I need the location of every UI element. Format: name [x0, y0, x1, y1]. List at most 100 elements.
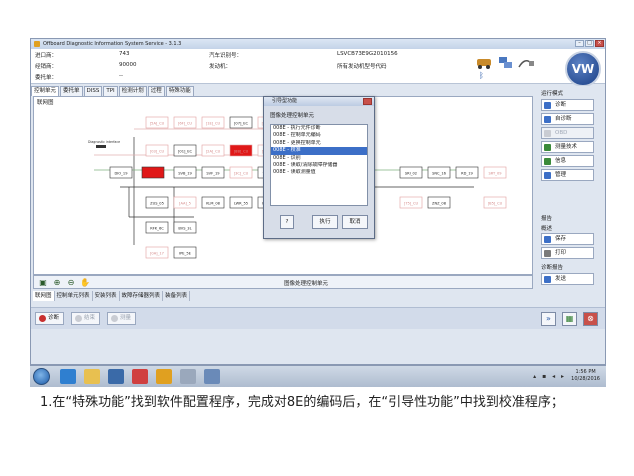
control-unit-node[interactable]: [B5]_CU [483, 196, 507, 209]
list-item[interactable]: 008E - 更换控制单元 [271, 140, 367, 147]
subtab-cu-list[interactable]: 控制单元列表 [55, 291, 93, 301]
control-unit-node[interactable]: KLM_08 [201, 196, 225, 209]
node-label: ZNZ_08 [432, 201, 447, 205]
bottom-toolbar: 诊断 结束 测量 » ▦ ⊗ [31, 307, 605, 329]
sidebar-button-send[interactable]: 发送 [541, 273, 594, 285]
tab-diss[interactable]: DISS [83, 86, 103, 96]
control-unit-node[interactable]: [AA]_5 [173, 196, 197, 209]
control-unit-node[interactable] [141, 166, 165, 179]
car-icon [477, 59, 491, 69]
control-unit-node[interactable]: [6F]_CU [173, 116, 197, 129]
list-item[interactable]: 008E - 读取测量值 [271, 169, 367, 176]
sidebar-button-print[interactable]: 打印 [541, 247, 594, 259]
hand-icon[interactable]: ✋ [80, 278, 90, 288]
app-icon[interactable] [132, 369, 148, 384]
tab-order[interactable]: 委托单 [60, 86, 83, 96]
node-label: [3C]_CU [234, 171, 249, 175]
odis-taskbar-icon[interactable] [156, 369, 172, 384]
node-label: [1E]_CU [206, 121, 221, 125]
node-label: RD_19 [461, 171, 473, 175]
control-unit-node[interactable]: [5A]_CU [145, 116, 169, 129]
close-button[interactable]: × [595, 40, 604, 47]
list-item-selected[interactable]: 008E - 校准 [271, 147, 367, 155]
fit-view-icon[interactable]: ▣ [38, 278, 48, 288]
control-unit-node[interactable]: [75]_CU [399, 196, 423, 209]
sidebar-button-measure[interactable]: 测量技术 [541, 141, 594, 153]
subtab-install-list[interactable]: 安装列表 [93, 291, 120, 301]
subtab-network[interactable]: 联网图 [33, 291, 55, 301]
maximize-button[interactable]: □ [585, 40, 594, 47]
control-unit-node[interactable]: SRI_02 [399, 166, 423, 179]
tab-process[interactable]: 过程 [147, 86, 165, 96]
send-icon [544, 276, 551, 283]
control-unit-node[interactable]: LWR_55 [229, 196, 253, 209]
mode-title: 运行模式 [541, 91, 564, 97]
minimize-button[interactable]: – [575, 40, 584, 47]
sidebar-button-obd[interactable]: OBD [541, 127, 594, 139]
control-unit-node[interactable]: SVB_19 [173, 166, 197, 179]
home-nav-button[interactable]: ▦ [562, 312, 577, 326]
instruction-caption: 1.在“特殊功能”找到软件配置程序，完成对8E的编码后，在“引导性功能”中找到校… [40, 395, 564, 410]
tab-test-plan[interactable]: 检测计划 [118, 86, 147, 96]
sidebar-button-admin[interactable]: 管理 [541, 169, 594, 181]
control-unit-node[interactable]: SRT_09 [483, 166, 507, 179]
explorer-icon[interactable] [84, 369, 100, 384]
list-item[interactable]: 008E - 读取/清除故障存储器 [271, 162, 367, 169]
node-label: LWR_55 [234, 201, 248, 205]
control-unit-node[interactable]: DIO_19 [109, 166, 133, 179]
control-unit-node[interactable]: [0A]_17 [145, 246, 169, 259]
zoom-in-icon[interactable]: ⊕ [52, 278, 62, 288]
stop-icon [75, 315, 82, 322]
control-unit-node[interactable]: SVF_19 [201, 166, 225, 179]
node-label: [8B]_CU [234, 149, 249, 153]
control-unit-node[interactable]: ZUS_05 [145, 196, 169, 209]
start-button[interactable] [33, 368, 50, 385]
vin-label: 汽车识别号： [209, 53, 243, 59]
subtab-fault-list[interactable]: 故障存储器列表 [120, 291, 164, 301]
measure-bottom-button[interactable]: 测量 [107, 312, 137, 325]
exit-button[interactable]: ⊗ [583, 312, 598, 326]
dialog-close-button[interactable] [363, 98, 372, 105]
control-unit-node[interactable]: IPE_5E [173, 246, 197, 259]
control-unit-node[interactable]: [1E]_CU [201, 116, 225, 129]
control-unit-node[interactable]: BVS_3L [173, 221, 197, 234]
zoom-out-icon[interactable]: ⊖ [66, 278, 76, 288]
sidebar-button-info[interactable]: 信息 [541, 155, 594, 167]
control-unit-node[interactable]: RD_19 [455, 166, 479, 179]
gateway-label: Diagnostic interface [88, 140, 120, 144]
list-item[interactable]: 008E - 控制单元编码 [271, 132, 367, 139]
control-unit-node[interactable]: ZNZ_08 [427, 196, 451, 209]
diagnose-bottom-button[interactable]: 诊断 [35, 312, 65, 325]
subtab-equipment-list[interactable]: 装备列表 [163, 291, 191, 301]
diagram-toolbar: ▣ ⊕ ⊖ ✋ 图像处理控制单元 [33, 275, 533, 289]
list-item[interactable]: 008E - 识别 [271, 155, 367, 162]
node-label: IPE_5E [179, 251, 192, 255]
sidebar-button-diagnose[interactable]: 诊断 [541, 99, 594, 111]
control-unit-node[interactable]: RFK_6C [145, 221, 169, 234]
tray-clock[interactable]: 1:56 PM 10/28/2016 [571, 369, 600, 383]
control-unit-node[interactable]: [03]_CU [145, 144, 169, 157]
sidebar-button-save[interactable]: 保存 [541, 233, 594, 245]
control-unit-node[interactable]: [07]_EC [229, 116, 253, 129]
ie-icon[interactable] [60, 369, 76, 384]
tab-special-functions[interactable]: 特殊功能 [165, 86, 194, 96]
forward-nav-button[interactable]: » [541, 312, 556, 326]
window-icon[interactable] [204, 369, 220, 384]
control-unit-node[interactable]: [3C]_CU [229, 166, 253, 179]
node-label: KLM_08 [206, 201, 221, 205]
tab-tpi[interactable]: TPI [103, 86, 118, 96]
control-unit-node[interactable]: [01]_EC [173, 144, 197, 157]
tool-icon[interactable] [180, 369, 196, 384]
control-unit-node[interactable]: SNC_16 [427, 166, 451, 179]
control-unit-node[interactable]: [8B]_CU [229, 144, 253, 157]
tab-control-units[interactable]: 控制单元 [31, 86, 60, 96]
media-player-icon[interactable] [108, 369, 124, 384]
control-unit-node[interactable]: [2A]_CU [201, 144, 225, 157]
help-button[interactable]: ? [280, 215, 294, 229]
stop-button[interactable]: 结束 [71, 312, 101, 325]
cancel-button[interactable]: 取消 [342, 215, 368, 229]
list-item[interactable]: 008E - 执行元件诊断 [271, 125, 367, 132]
execute-button[interactable]: 执行 [312, 215, 338, 229]
sidebar-button-selfdiag[interactable]: 自诊断 [541, 113, 594, 125]
guided-function-list: 008E - 执行元件诊断 008E - 控制单元编码 008E - 更换控制单… [270, 124, 368, 206]
